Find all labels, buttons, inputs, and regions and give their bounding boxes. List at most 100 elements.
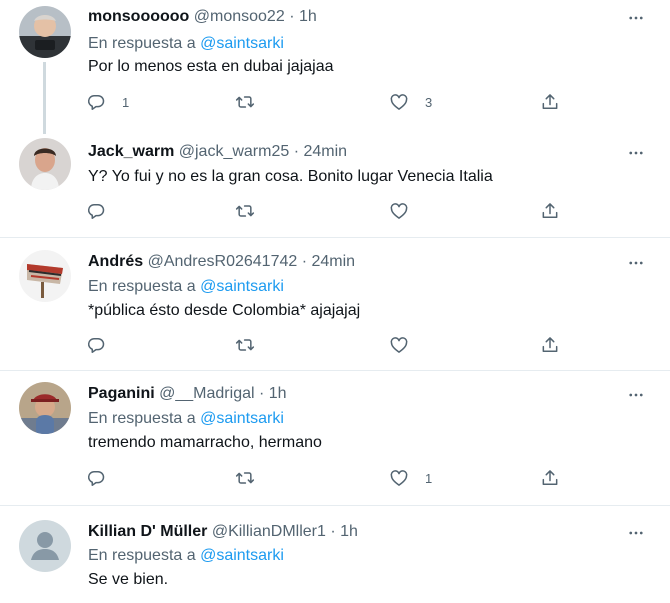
like-button[interactable]: 3 xyxy=(389,91,432,113)
reply-icon xyxy=(86,468,106,488)
reply-feed: monsoooooo @monsoo22 · 1h En respuesta a… xyxy=(0,0,670,603)
avatar[interactable] xyxy=(19,6,71,58)
more-icon xyxy=(627,254,645,272)
tweet-header: Killian D' Müller @KillianDMller1 · 1h xyxy=(88,522,358,542)
reply-button[interactable]: 1 xyxy=(86,91,129,113)
tweet-text: tremendo mamarracho, hermano xyxy=(88,434,322,451)
avatar[interactable] xyxy=(19,520,71,572)
separator-dot: · xyxy=(293,143,300,160)
tweet[interactable]: Paganini @__Madrigal · 1h En respuesta a… xyxy=(0,371,670,506)
more-options-button[interactable] xyxy=(626,523,646,543)
reply-button[interactable] xyxy=(86,467,106,489)
replying-to-label: En respuesta a xyxy=(88,410,196,427)
like-button[interactable] xyxy=(389,200,409,222)
more-options-button[interactable] xyxy=(626,143,646,163)
user-handle[interactable]: @jack_warm25 xyxy=(179,143,290,160)
mention-link[interactable]: @saintsarki xyxy=(200,35,284,52)
tweet[interactable]: Killian D' Müller @KillianDMller1 · 1h E… xyxy=(0,506,670,603)
replying-to: En respuesta a @saintsarki xyxy=(88,546,284,566)
tweet-actions xyxy=(0,200,670,222)
share-icon xyxy=(540,335,560,355)
retweet-icon xyxy=(235,92,255,112)
reply-count: 1 xyxy=(122,94,130,110)
more-options-button[interactable] xyxy=(626,8,646,28)
reply-button[interactable] xyxy=(86,200,106,222)
heart-icon xyxy=(389,92,409,112)
tweet-actions: 1 xyxy=(0,467,670,489)
replying-to: En respuesta a @saintsarki xyxy=(88,409,284,429)
more-icon xyxy=(627,386,645,404)
share-icon xyxy=(540,468,560,488)
separator-dot: · xyxy=(289,8,295,25)
avatar[interactable] xyxy=(19,138,71,190)
separator-dot: · xyxy=(301,253,308,270)
display-name[interactable]: Paganini xyxy=(88,385,155,402)
tweet-actions xyxy=(0,334,670,356)
retweet-icon xyxy=(235,201,255,221)
timestamp[interactable]: 24min xyxy=(312,253,356,270)
replying-to-label: En respuesta a xyxy=(88,547,196,564)
retweet-button[interactable] xyxy=(235,200,255,222)
share-button[interactable] xyxy=(540,91,560,113)
tweet-header: Jack_warm @jack_warm25 · 24min xyxy=(88,142,347,162)
heart-icon xyxy=(389,335,409,355)
like-button[interactable] xyxy=(389,334,409,356)
tweet-header: Paganini @__Madrigal · 1h xyxy=(88,384,287,404)
timestamp[interactable]: 24min xyxy=(303,143,347,160)
retweet-button[interactable] xyxy=(235,467,255,489)
more-options-button[interactable] xyxy=(626,253,646,273)
more-icon xyxy=(627,144,645,162)
reply-icon xyxy=(86,201,106,221)
mention-link[interactable]: @saintsarki xyxy=(200,547,284,564)
separator-dot: · xyxy=(330,523,336,540)
more-options-button[interactable] xyxy=(626,385,646,405)
share-button[interactable] xyxy=(540,334,560,356)
tweet-header: Andrés @AndresR02641742 · 24min xyxy=(88,252,355,272)
replying-to: En respuesta a @saintsarki xyxy=(88,277,284,297)
display-name[interactable]: Jack_warm xyxy=(88,143,174,160)
heart-icon xyxy=(389,468,409,488)
tweet-text: *pública ésto desde Colombia* ajajajaj xyxy=(88,302,361,319)
tweet-text: Por lo menos esta en dubai jajajaa xyxy=(88,58,334,75)
reply-button[interactable] xyxy=(86,334,106,356)
mention-link[interactable]: @saintsarki xyxy=(200,278,284,295)
tweet-header: monsoooooo @monsoo22 · 1h xyxy=(88,7,317,27)
avatar[interactable] xyxy=(19,250,71,302)
user-handle[interactable]: @AndresR02641742 xyxy=(148,253,298,270)
more-icon xyxy=(627,524,645,542)
tweet[interactable]: Jack_warm @jack_warm25 · 24min Y? Yo fui… xyxy=(0,128,670,238)
tweet-text: Y? Yo fui y no es la gran cosa. Bonito l… xyxy=(88,168,493,185)
share-icon xyxy=(540,92,560,112)
display-name[interactable]: Andrés xyxy=(88,253,143,270)
more-icon xyxy=(627,9,645,27)
retweet-button[interactable] xyxy=(235,334,255,356)
tweet-actions: 1 3 xyxy=(0,91,670,113)
tweet[interactable]: monsoooooo @monsoo22 · 1h En respuesta a… xyxy=(0,0,670,134)
share-button[interactable] xyxy=(540,467,560,489)
tweet-text: Se ve bien. xyxy=(88,571,169,588)
share-icon xyxy=(540,201,560,221)
timestamp[interactable]: 1h xyxy=(269,385,287,402)
user-handle[interactable]: @__Madrigal xyxy=(159,385,254,402)
reply-icon xyxy=(86,92,106,112)
user-handle[interactable]: @KillianDMller1 xyxy=(212,523,326,540)
timestamp[interactable]: 1h xyxy=(340,523,358,540)
like-count: 3 xyxy=(425,94,433,110)
mention-link[interactable]: @saintsarki xyxy=(200,410,284,427)
replying-to-label: En respuesta a xyxy=(88,35,196,52)
heart-icon xyxy=(389,201,409,221)
share-button[interactable] xyxy=(540,200,560,222)
retweet-icon xyxy=(235,468,255,488)
retweet-button[interactable] xyxy=(235,91,255,113)
like-count: 1 xyxy=(425,470,433,486)
replying-to: En respuesta a @saintsarki xyxy=(88,34,284,54)
display-name[interactable]: Killian D' Müller xyxy=(88,523,207,540)
tweet[interactable]: Andrés @AndresR02641742 · 24min En respu… xyxy=(0,238,670,371)
user-handle[interactable]: @monsoo22 xyxy=(194,8,285,25)
timestamp[interactable]: 1h xyxy=(299,8,317,25)
reply-icon xyxy=(86,335,106,355)
avatar[interactable] xyxy=(19,382,71,434)
like-button[interactable]: 1 xyxy=(389,467,432,489)
display-name[interactable]: monsoooooo xyxy=(88,8,189,25)
retweet-icon xyxy=(235,335,255,355)
